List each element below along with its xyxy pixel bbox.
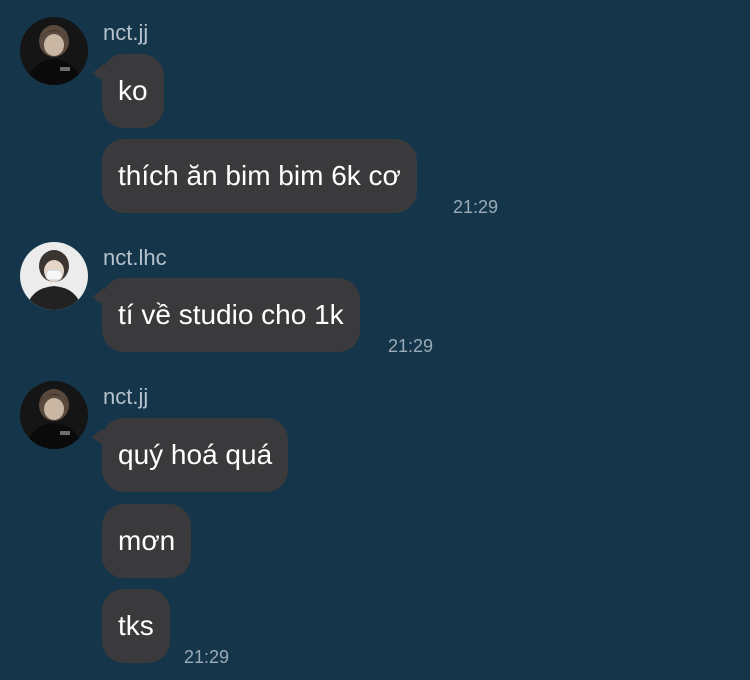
avatar[interactable] xyxy=(20,242,88,310)
avatar[interactable] xyxy=(20,17,88,85)
sender-name: nct.jj xyxy=(103,20,149,45)
message-timestamp: 21:29 xyxy=(184,647,230,667)
message-bubble[interactable]: ko xyxy=(102,54,164,128)
message-bubble[interactable]: mơn xyxy=(102,504,192,578)
avatar[interactable] xyxy=(20,381,88,449)
message-bubble[interactable]: thích ăn bim bim 6k cơ xyxy=(102,139,417,213)
sender-name: nct.jj xyxy=(103,384,149,409)
message-timestamp: 21:29 xyxy=(453,197,499,217)
message-bubble[interactable]: tks xyxy=(102,589,170,663)
sender-name: nct.lhc xyxy=(103,245,167,270)
message-bubble[interactable]: tí về studio cho 1k xyxy=(102,278,360,352)
message-bubble[interactable]: quý hoá quá xyxy=(102,418,289,492)
message-timestamp: 21:29 xyxy=(388,336,434,356)
